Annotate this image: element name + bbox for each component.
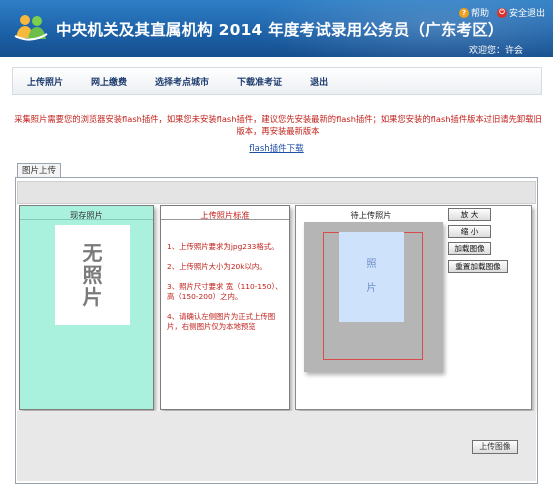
rule-item: 1、上传照片要求为jpg233格式。	[167, 242, 279, 251]
no-photo-char: 片	[82, 285, 103, 309]
preview-char: 片	[366, 283, 377, 294]
rule-item: 4、请确认左侧图片为正式上传图片，右侧图片仅为本地预览	[167, 312, 276, 331]
page-title: 中央机关及其直属机构 2014 年度考试录用公务员（广东考区）	[56, 21, 504, 39]
nav-online-payment[interactable]: 网上缴费	[77, 75, 141, 88]
photo-crop-stage[interactable]: 照 片	[304, 222, 443, 372]
nav-select-city[interactable]: 选择考点城市	[141, 75, 223, 88]
panel-footer: 上传图像	[17, 411, 536, 481]
photo-rules: 1、上传照片要求为jpg233格式。 2、上传照片大小为20k以内。 3、照片尺…	[161, 220, 289, 332]
logout-link[interactable]: ⏻ 安全退出	[496, 6, 545, 19]
zoom-out-button[interactable]: 缩 小	[448, 225, 491, 238]
no-photo-char: 无	[82, 241, 103, 265]
page-header: 中央机关及其直属机构 2014 年度考试录用公务员（广东考区） ? 帮助 ⏻ 安…	[0, 0, 553, 57]
tab-image-upload[interactable]: 图片上传	[17, 163, 61, 178]
pending-photo-box: 待上传照片 照 片 放 大 缩 小 加载图像 重置加载图像	[295, 205, 532, 410]
rule-item: 2、上传照片大小为20k以内。	[167, 262, 267, 271]
no-photo-placeholder: 无 照 片	[55, 225, 130, 325]
photo-preview: 照 片	[339, 232, 404, 322]
upload-image-button[interactable]: 上传图像	[472, 440, 518, 454]
photo-standard-title: 上传照片标准	[161, 206, 289, 220]
nav-upload-photo[interactable]: 上传照片	[13, 75, 77, 88]
flash-notice: 采集照片需要您的浏览器安装flash插件，如果您未安装flash插件，建议您先安…	[14, 114, 542, 136]
main-nav: 上传照片 网上缴费 选择考点城市 下载准考证 退出	[12, 67, 542, 95]
flash-download-link[interactable]: flash插件下载	[0, 142, 553, 154]
power-icon: ⏻	[496, 7, 507, 18]
reset-load-image-button[interactable]: 重置加载图像	[448, 260, 508, 273]
help-label: 帮助	[470, 9, 489, 19]
photo-standard-box: 上传照片标准 1、上传照片要求为jpg233格式。 2、上传照片大小为20k以内…	[160, 205, 290, 410]
logout-label: 安全退出	[508, 9, 545, 19]
top-links: ? 帮助 ⏻ 安全退出	[458, 6, 545, 19]
zoom-in-button[interactable]: 放 大	[448, 208, 491, 221]
help-link[interactable]: ? 帮助	[458, 6, 489, 19]
current-photo-box: 现存照片 无 照 片	[19, 205, 154, 410]
pending-photo-title: 待上传照片	[350, 210, 392, 220]
nav-download-admission[interactable]: 下载准考证	[223, 75, 296, 88]
preview-char: 照	[366, 259, 377, 270]
help-icon: ?	[458, 7, 469, 18]
welcome-text: 欢迎您：许会	[468, 46, 523, 56]
upload-panel: 现存照片 无 照 片 上传照片标准 1、上传照片要求为jpg233格式。 2、上…	[15, 177, 538, 484]
people-logo-icon	[14, 15, 48, 41]
load-image-button[interactable]: 加载图像	[448, 242, 491, 255]
no-photo-char: 照	[82, 263, 103, 287]
current-photo-title: 现存照片	[20, 206, 153, 220]
rule-item: 3、照片尺寸要求 宽（110-150）、高（150-200）之内。	[167, 282, 283, 301]
nav-exit[interactable]: 退出	[296, 75, 342, 88]
panel-toolbar	[17, 181, 536, 204]
